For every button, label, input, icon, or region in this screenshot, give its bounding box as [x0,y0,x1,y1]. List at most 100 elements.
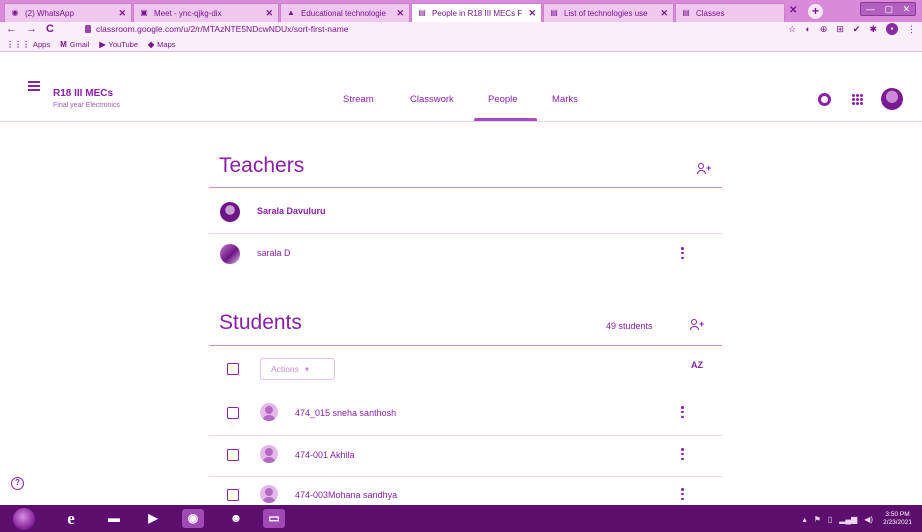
more-options-icon[interactable] [681,247,685,259]
maps-icon: ◆ [148,40,155,49]
tab-whatsapp[interactable]: ◉ (2) WhatsApp ✕ [4,3,132,22]
invite-teacher-icon[interactable]: + [697,163,711,175]
avatar[interactable] [881,88,903,110]
volume-icon[interactable]: ◀) [864,515,873,524]
actions-dropdown[interactable]: Actions ▾ [260,358,335,380]
class-title[interactable]: R18 III MECs [53,88,113,99]
maximize-icon[interactable]: ▢ [884,4,893,15]
docs-icon: ▤ [550,8,558,17]
media-player-icon[interactable]: ▶ [142,509,164,528]
student-name: 474-003Mohana sandhya [295,490,398,500]
teacher-row: Sarala Davuluru [209,191,722,233]
minimize-icon[interactable]: — [866,4,875,14]
firefox-icon[interactable]: ☻ [225,509,247,528]
start-button[interactable] [13,508,35,530]
bookmark-apps[interactable]: ⋮⋮⋮ Apps [6,40,50,49]
battery-icon[interactable]: ▯ [828,515,832,524]
avatar [260,445,278,463]
close-icon[interactable]: ✕ [660,8,668,19]
extension-icon[interactable]: ◐ [805,24,810,34]
reload-icon[interactable]: C [46,23,54,35]
chrome-icon[interactable]: ◉ [182,509,204,528]
more-options-icon[interactable] [681,406,685,418]
system-tray: ▴ ⚑ ▯ ▂▄▆ ◀) 3:50 PM 2/23/2021 [803,511,912,527]
teachers-divider [209,187,722,188]
tray-arrow-icon[interactable]: ▴ [803,515,807,524]
student-checkbox[interactable] [227,489,239,501]
close-icon[interactable]: ✕ [118,8,126,19]
url-field[interactable]: classroom.google.com/u/2/r/MTAzNTE5NDcwN… [96,24,349,34]
close-icon[interactable]: ✕ [396,8,404,19]
back-icon[interactable]: ← [6,23,17,35]
avatar [220,202,240,222]
app-icon[interactable]: ▭ [263,509,285,528]
tab-people[interactable]: People [488,94,518,105]
taskbar: e ▬ ▶ ◉ ☻ ▭ ▴ ⚑ ▯ ▂▄▆ ◀) 3:50 PM 2/23/20… [0,505,922,532]
close-icon[interactable]: ✕ [265,8,273,19]
tab-educational[interactable]: ▲ Educational technologie ✕ [280,3,410,22]
bookmarks-bar: ⋮⋮⋮ Apps M Gmail ▶ YouTube ◆ Maps [0,38,922,52]
close-tab-icon[interactable]: ✕ [789,5,797,16]
forward-icon[interactable]: → [26,23,37,35]
flag-icon[interactable]: ⚑ [814,515,821,524]
extension-icon[interactable]: ⊞ [836,24,844,35]
invite-student-icon[interactable]: + [690,319,704,331]
profile-icon[interactable]: ● [886,23,898,35]
student-count: 49 students [606,321,653,331]
teacher-name: Sarala Davuluru [257,206,326,216]
extension-icon[interactable]: ⊕ [820,24,828,35]
teachers-heading: Teachers [219,154,305,177]
teacher-row: sarala D [209,233,722,275]
hamburger-menu-icon[interactable] [28,81,40,91]
google-apps-icon[interactable] [852,94,863,105]
bookmark-maps[interactable]: ◆ Maps [148,40,176,49]
student-checkbox[interactable] [227,449,239,461]
file-explorer-icon[interactable]: ▬ [103,509,125,528]
student-row: 474-001 Akhila [209,434,722,476]
browser-menu-icon[interactable]: ⋮ [907,24,916,35]
window-controls[interactable]: — ▢ ✕ [860,2,916,16]
tab-marks[interactable]: Marks [552,94,578,105]
sort-label: AZ [691,360,703,370]
browser-tab-strip: ◉ (2) WhatsApp ✕ ▣ Meet - ync-qjkg-dix ✕… [0,0,922,22]
apps-grid-icon: ⋮⋮⋮ [6,40,30,49]
tab-list-technologies[interactable]: ▤ List of technologies use ✕ [543,3,674,22]
student-name: 474_015 sneha santhosh [295,408,397,418]
select-all-checkbox[interactable] [227,363,239,375]
check-icon[interactable]: ✔ [853,24,861,35]
close-icon[interactable]: ✕ [528,8,536,19]
lock-icon [85,25,91,33]
gear-icon[interactable] [818,93,831,106]
tab-stream[interactable]: Stream [343,94,374,105]
close-window-icon[interactable]: ✕ [903,4,911,15]
dropdown-arrow-icon: ▾ [304,363,310,374]
bookmark-youtube[interactable]: ▶ YouTube [99,40,138,49]
extension-icons: ☆ ◐ ⊕ ⊞ ✔ ✱ ● ⋮ [788,23,916,35]
puzzle-icon[interactable]: ✱ [869,24,877,35]
class-subtitle: Final year Electronics [53,102,120,109]
ie-icon[interactable]: e [60,509,82,528]
tab-meet[interactable]: ▣ Meet - ync-qjkg-dix ✕ [133,3,279,22]
more-options-icon[interactable] [681,448,685,460]
active-tab-indicator [474,118,537,121]
drive-icon: ▲ [287,8,295,17]
youtube-icon: ▶ [99,40,106,49]
address-bar: ← → C classroom.google.com/u/2/r/MTAzNTE… [0,22,922,38]
tab-people[interactable]: ▤ People in R18 III MECs F ✕ [411,3,542,22]
avatar [260,403,278,421]
sort-az-icon[interactable]: AZ [691,360,703,370]
tab-classes[interactable]: ▤ Classes [675,3,785,22]
students-divider [209,345,722,346]
star-icon[interactable]: ☆ [788,24,796,35]
student-checkbox[interactable] [227,407,239,419]
meet-icon: ▣ [140,8,148,17]
clock[interactable]: 3:50 PM 2/23/2021 [883,511,912,527]
new-tab-button[interactable]: + [808,4,823,19]
classroom-header: R18 III MECs Final year Electronics Stre… [0,52,922,122]
tab-classwork[interactable]: Classwork [410,94,454,105]
more-options-icon[interactable] [681,488,685,500]
bookmark-gmail[interactable]: M Gmail [60,40,89,49]
student-name: 474-001 Akhila [295,450,355,460]
help-icon[interactable]: ? [11,477,24,490]
signal-icon[interactable]: ▂▄▆ [839,515,857,524]
